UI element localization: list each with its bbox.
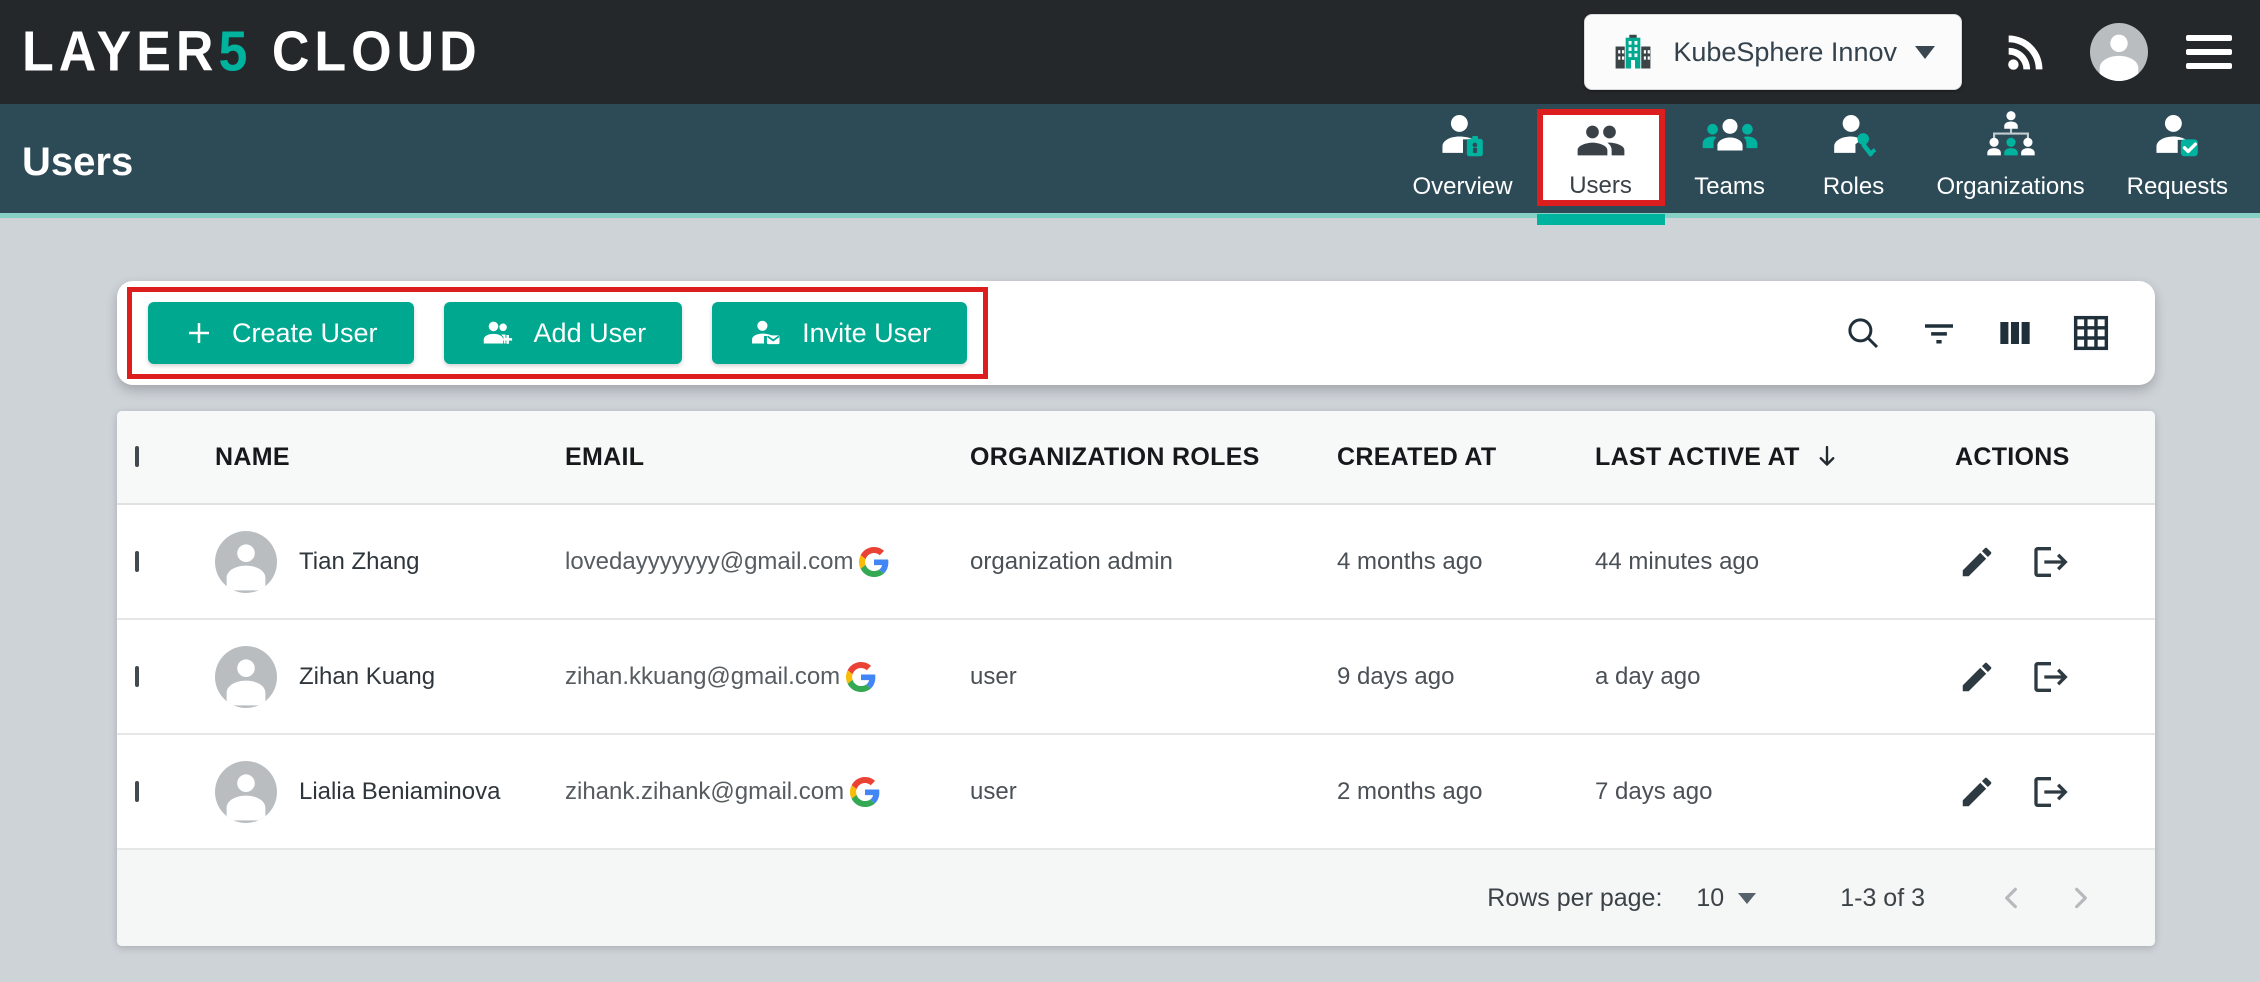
- edit-user-icon[interactable]: [1955, 770, 1999, 814]
- tab-organizations[interactable]: Organizations: [1919, 107, 2103, 213]
- created-at: 4 months ago: [1337, 548, 1595, 576]
- teams-icon: [1701, 107, 1759, 165]
- avatar: [215, 531, 277, 593]
- search-icon[interactable]: [1839, 309, 1887, 357]
- created-at: 2 months ago: [1337, 778, 1595, 806]
- user-avatar[interactable]: [2090, 23, 2148, 81]
- avatar: [215, 761, 277, 823]
- user-name: Zihan Kuang: [299, 663, 435, 691]
- add-user-button[interactable]: Add User: [444, 302, 683, 364]
- building-icon: [1611, 30, 1655, 74]
- rss-feed-icon[interactable]: [2000, 26, 2052, 78]
- user-name: Lialia Beniaminova: [299, 778, 500, 806]
- person-key-icon: [1825, 107, 1883, 165]
- view-columns-icon[interactable]: [1991, 309, 2039, 357]
- tab-users-highlight-box: Users: [1537, 109, 1665, 206]
- rows-per-page-select[interactable]: 10: [1696, 884, 1756, 913]
- table-pagination: Rows per page: 10 1-3 of 3: [117, 850, 2155, 946]
- select-all-checkbox[interactable]: [135, 446, 139, 467]
- org-roles: user: [970, 663, 1337, 691]
- column-header-name[interactable]: NAME: [215, 443, 565, 472]
- plus-icon: [184, 318, 214, 348]
- google-icon: [846, 662, 876, 692]
- nav-tabs: Overview Users Teams: [1395, 104, 2247, 213]
- rows-per-page-label: Rows per page:: [1487, 884, 1662, 913]
- page-title: Users: [22, 132, 133, 185]
- annotation-red-box: Create User Add User Invite User: [127, 287, 988, 379]
- hamburger-menu-icon[interactable]: [2186, 35, 2232, 69]
- person-badge-icon: [1434, 107, 1492, 165]
- row-checkbox[interactable]: [135, 551, 139, 572]
- row-checkbox[interactable]: [135, 781, 139, 802]
- remove-user-icon[interactable]: [2029, 540, 2073, 584]
- last-active-at: 7 days ago: [1595, 778, 1955, 806]
- users-table: NAME EMAIL ORGANIZATION ROLES CREATED AT…: [117, 411, 2155, 946]
- table-header-row: NAME EMAIL ORGANIZATION ROLES CREATED AT…: [117, 411, 2155, 505]
- table-row: Lialia Beniaminova zihank.zihank@gmail.c…: [117, 735, 2155, 850]
- tab-roles[interactable]: Roles: [1795, 107, 1913, 213]
- filter-icon[interactable]: [1915, 309, 1963, 357]
- google-icon: [850, 777, 880, 807]
- org-switcher-label: KubeSphere Innov: [1673, 37, 1897, 68]
- tab-teams[interactable]: Teams: [1671, 107, 1789, 213]
- user-email: zihank.zihank@gmail.com: [565, 778, 844, 806]
- chevron-down-icon: [1915, 46, 1935, 59]
- org-hierarchy-icon: [1982, 107, 2040, 165]
- invite-user-button[interactable]: Invite User: [712, 302, 967, 364]
- remove-user-icon[interactable]: [2029, 770, 2073, 814]
- person-check-icon: [2148, 107, 2206, 165]
- last-active-at: 44 minutes ago: [1595, 548, 1955, 576]
- table-row: Tian Zhang lovedayyyyyyy@gmail.com organ…: [117, 505, 2155, 620]
- org-switcher-button[interactable]: KubeSphere Innov: [1584, 14, 1962, 90]
- user-email: lovedayyyyyyy@gmail.com: [565, 548, 853, 576]
- remove-user-icon[interactable]: [2029, 655, 2073, 699]
- layer5-cloud-logo: LAYER5 CLOUD: [22, 20, 482, 85]
- chevron-down-icon: [1738, 893, 1756, 904]
- row-checkbox[interactable]: [135, 666, 139, 687]
- section-navbar: Users Overview Users: [0, 104, 2260, 218]
- edit-user-icon[interactable]: [1955, 655, 1999, 699]
- google-icon: [859, 547, 889, 577]
- sort-desc-arrow-icon: [1812, 442, 1842, 472]
- org-roles: organization admin: [970, 548, 1337, 576]
- tab-users[interactable]: Users: [1537, 109, 1665, 213]
- create-user-button[interactable]: Create User: [148, 302, 414, 364]
- users-group-icon: [1572, 115, 1630, 166]
- previous-page-icon[interactable]: [1995, 881, 2029, 915]
- person-mail-icon: [748, 315, 784, 351]
- column-header-created-at[interactable]: CREATED AT: [1337, 443, 1595, 472]
- org-roles: user: [970, 778, 1337, 806]
- users-toolbar: Create User Add User Invite User: [117, 281, 2155, 385]
- column-header-email[interactable]: EMAIL: [565, 443, 970, 472]
- user-name: Tian Zhang: [299, 548, 420, 576]
- user-email: zihan.kkuang@gmail.com: [565, 663, 840, 691]
- avatar: [215, 646, 277, 708]
- column-header-org-roles[interactable]: ORGANIZATION ROLES: [970, 443, 1337, 472]
- created-at: 9 days ago: [1337, 663, 1595, 691]
- next-page-icon[interactable]: [2063, 881, 2097, 915]
- pagination-range: 1-3 of 3: [1840, 884, 1925, 913]
- person-add-icon: [480, 315, 516, 351]
- last-active-at: a day ago: [1595, 663, 1955, 691]
- tab-requests[interactable]: Requests: [2109, 107, 2246, 213]
- edit-user-icon[interactable]: [1955, 540, 1999, 584]
- topbar: LAYER5 CLOUD KubeSpher: [0, 0, 2260, 104]
- grid-view-icon[interactable]: [2067, 309, 2115, 357]
- column-header-last-active-at[interactable]: LAST ACTIVE AT: [1595, 442, 1955, 472]
- column-header-actions: ACTIONS: [1955, 443, 2155, 472]
- table-row: Zihan Kuang zihan.kkuang@gmail.com user …: [117, 620, 2155, 735]
- tab-overview[interactable]: Overview: [1395, 107, 1531, 213]
